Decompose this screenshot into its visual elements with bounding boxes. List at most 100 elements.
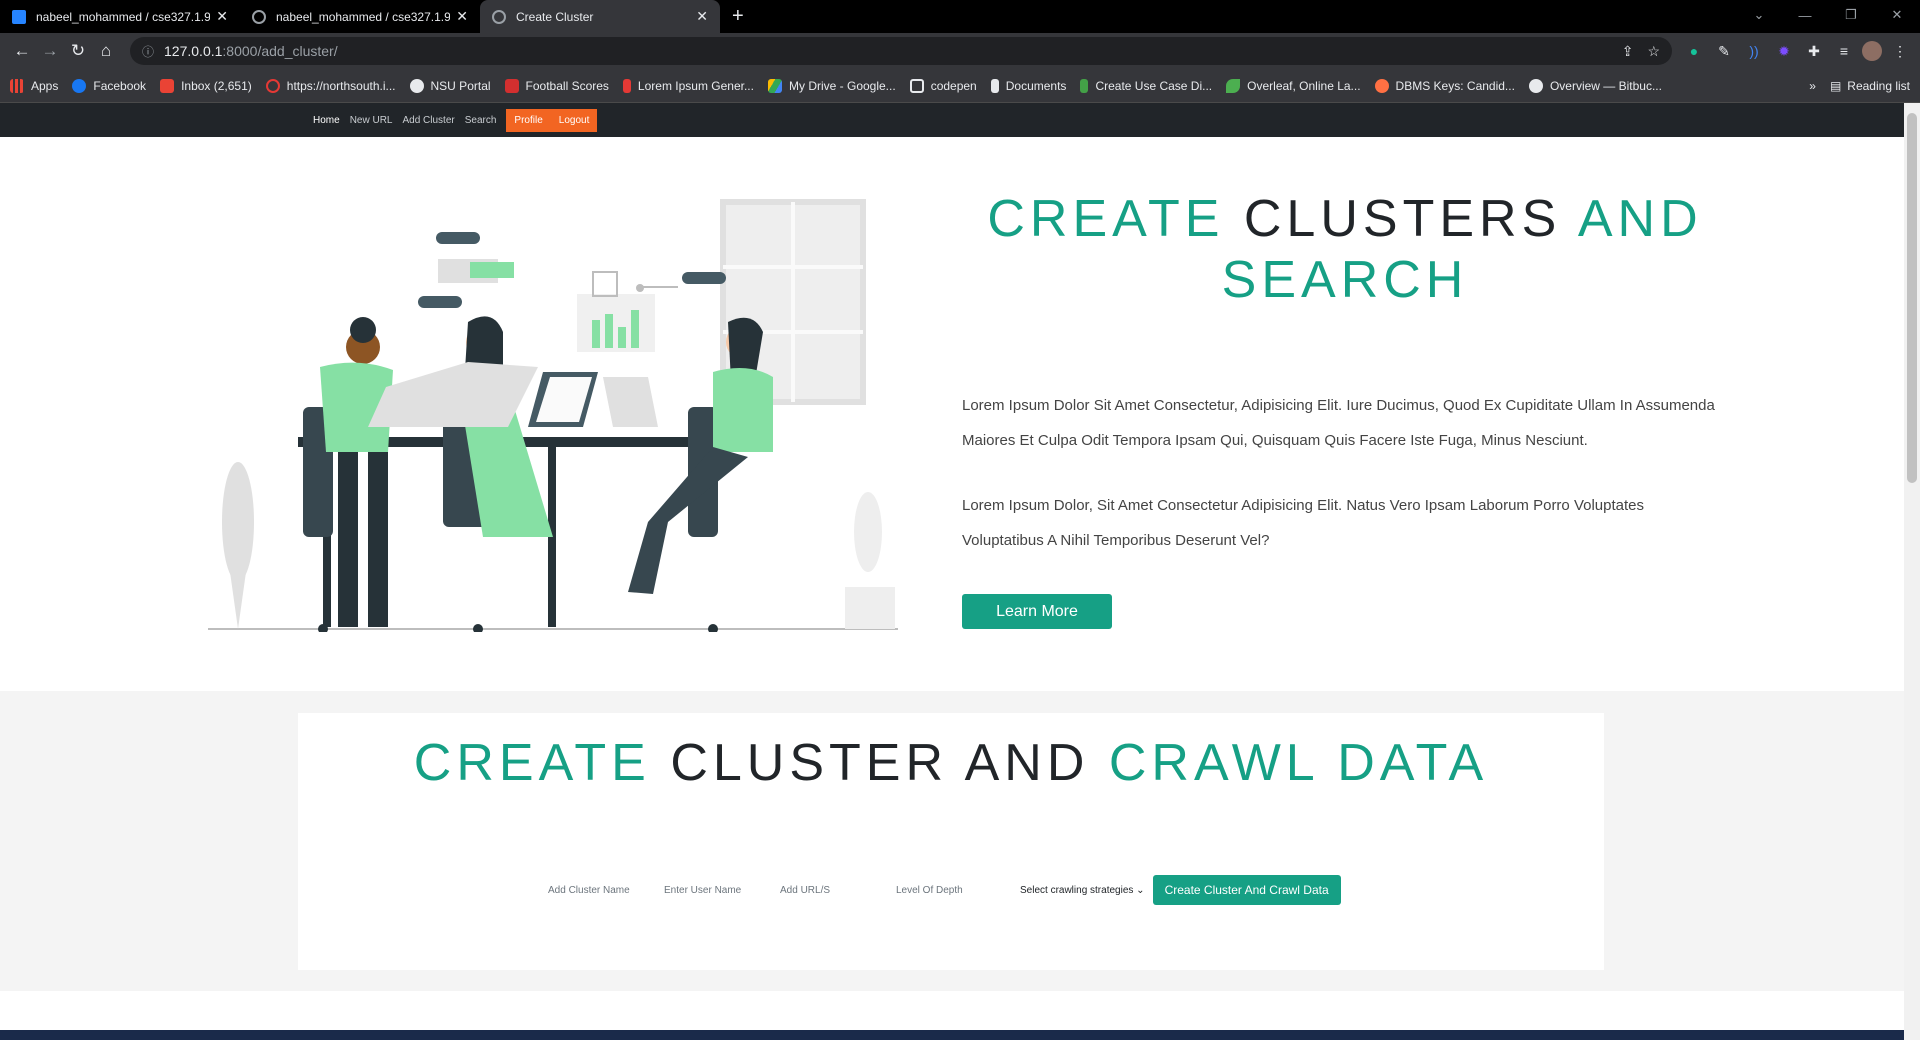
learn-more-button[interactable]: Learn More — [962, 594, 1112, 629]
reload-icon[interactable]: ↻ — [64, 37, 92, 65]
tab-2[interactable]: nabeel_mohammed / cse327.1.9 ✕ — [240, 0, 480, 33]
bookmark-lorem[interactable]: Lorem Ipsum Gener... — [622, 78, 754, 93]
browser-toolbar: ← → ↻ ⌂ ⓘ 127.0.0.1:8000/add_cluster/ ⇪ … — [0, 33, 1920, 69]
new-tab-button[interactable]: + — [720, 0, 756, 33]
bookmark-label: Documents — [1005, 78, 1067, 93]
crawl-title-create: CREATE — [413, 734, 651, 792]
more-bookmarks-icon[interactable]: » — [1809, 79, 1816, 93]
tab-strip: nabeel_mohammed / cse327.1.9 ✕ nabeel_mo… — [0, 0, 1920, 33]
puzzle-icon[interactable]: ✚ — [1802, 39, 1826, 63]
scrollbar[interactable] — [1904, 103, 1920, 1040]
nav-home[interactable]: Home — [313, 115, 340, 126]
hero-title-create: CREATE — [987, 190, 1225, 248]
ring-icon — [265, 78, 280, 93]
bookmark-label: Overleaf, Online La... — [1247, 78, 1361, 93]
hero-title-and: AND — [1577, 190, 1703, 248]
scrollbar-thumb[interactable] — [1907, 113, 1917, 483]
crawl-form: Add Cluster Name Enter User Name Add URL… — [548, 875, 1341, 905]
bookmark-label: Lorem Ipsum Gener... — [637, 78, 754, 93]
minimize-icon[interactable]: — — [1782, 0, 1828, 30]
nav-search[interactable]: Search — [465, 115, 497, 126]
create-cluster-button[interactable]: Create Cluster And Crawl Data — [1152, 875, 1341, 905]
close-window-icon[interactable]: ✕ — [1874, 0, 1920, 30]
tab-search-icon[interactable]: ⌄ — [1736, 0, 1782, 30]
audio-icon[interactable]: )) — [1742, 39, 1766, 63]
page-viewport: Home New URL Add Cluster Search Profile … — [0, 103, 1920, 1040]
bookmark-bitbucket[interactable]: Overview — Bitbuc... — [1528, 78, 1662, 93]
home-icon[interactable]: ⌂ — [92, 37, 120, 65]
apps-grid-icon — [10, 78, 24, 93]
close-icon[interactable]: ✕ — [456, 8, 468, 25]
bookmark-label: Overview — Bitbuc... — [1549, 78, 1662, 93]
strategy-select-value: Select crawling strategies — [1020, 884, 1134, 896]
hero-paragraph-2: Lorem Ipsum Dolor, Sit Amet Consectetur … — [962, 488, 1722, 558]
tab-title: Create Cluster — [516, 9, 594, 24]
share-icon[interactable]: ⇪ — [1622, 43, 1634, 60]
drive-icon — [767, 78, 782, 93]
menu-icon[interactable]: ⋮ — [1888, 39, 1912, 63]
dbms-icon — [1374, 78, 1389, 93]
address-bar[interactable]: ⓘ 127.0.0.1:8000/add_cluster/ ⇪ ☆ — [130, 37, 1672, 65]
grammarly-icon[interactable]: ● — [1682, 39, 1706, 63]
extensions: ● ✎ )) ✹ ✚ ≡ ⋮ — [1682, 39, 1912, 63]
document-icon — [990, 78, 999, 93]
crawl-title-crawl-data: CRAWL DATA — [1108, 734, 1489, 792]
gear-icon[interactable]: ✹ — [1772, 39, 1796, 63]
bookmark-label: My Drive - Google... — [788, 78, 896, 93]
crawl-title-cluster-and: CLUSTER AND — [670, 734, 1090, 792]
close-icon[interactable]: ✕ — [216, 8, 228, 25]
bookmark-nsu-portal[interactable]: NSU Portal — [409, 78, 491, 93]
star-icon[interactable]: ☆ — [1647, 43, 1660, 60]
hero-title-search: SEARCH — [1221, 251, 1469, 309]
reading-list[interactable]: Reading list — [1847, 79, 1910, 93]
bookmark-drive[interactable]: My Drive - Google... — [767, 78, 896, 93]
diagram-icon — [1080, 78, 1089, 93]
bookmark-apps[interactable]: Apps — [10, 78, 59, 93]
hero-section: CREATE CLUSTERS AND SEARCH Lorem Ipsum D… — [0, 137, 1920, 691]
media-icon[interactable]: ≡ — [1832, 39, 1856, 63]
info-icon[interactable]: ⓘ — [142, 43, 154, 60]
pen-icon[interactable]: ✎ — [1712, 39, 1736, 63]
hero-paragraph-2-line-1: Lorem Ipsum Dolor, Sit Amet Consectetur … — [962, 497, 1644, 514]
bookmark-facebook[interactable]: Facebook — [72, 78, 147, 93]
depth-field[interactable]: Level Of Depth — [896, 885, 1012, 896]
bookmark-codepen[interactable]: codepen — [909, 78, 977, 93]
bookmark-label: Facebook — [93, 78, 147, 93]
bookmark-overleaf[interactable]: Overleaf, Online La... — [1226, 78, 1361, 93]
bookmark-inbox[interactable]: Inbox (2,651) — [160, 78, 252, 93]
bookmarks-bar: Apps Facebook Inbox (2,651) https://nort… — [0, 69, 1920, 103]
close-icon[interactable]: ✕ — [696, 8, 708, 25]
logout-button[interactable]: Logout — [550, 108, 598, 132]
avatar[interactable] — [1862, 41, 1882, 61]
lorem-icon — [622, 78, 631, 93]
restore-icon[interactable]: ❐ — [1828, 0, 1874, 30]
hero-paragraph-2-line-2: Voluptatibus A Nihil Temporibus Deserunt… — [962, 532, 1270, 549]
reading-list-icon: ▤ — [1829, 78, 1842, 93]
nav-new-url[interactable]: New URL — [350, 115, 393, 126]
bookmark-documents[interactable]: Documents — [990, 78, 1067, 93]
tab-3-active[interactable]: Create Cluster ✕ — [480, 0, 720, 33]
bookmark-usecase[interactable]: Create Use Case Di... — [1080, 78, 1212, 93]
nav-add-cluster[interactable]: Add Cluster — [402, 115, 454, 126]
forward-icon[interactable]: → — [36, 37, 64, 65]
team-illustration — [208, 199, 898, 632]
bookmark-football[interactable]: Football Scores — [504, 78, 609, 93]
user-name-field[interactable]: Enter User Name — [664, 885, 780, 896]
profile-button[interactable]: Profile — [506, 108, 551, 132]
tab-1[interactable]: nabeel_mohammed / cse327.1.9 ✕ — [0, 0, 240, 33]
bookmark-label: codepen — [930, 78, 977, 93]
bookmark-label: Football Scores — [525, 78, 609, 93]
cluster-name-field[interactable]: Add Cluster Name — [548, 885, 664, 896]
back-icon[interactable]: ← — [8, 37, 36, 65]
bookmark-label: Inbox (2,651) — [181, 78, 252, 93]
bookmark-label: DBMS Keys: Candid... — [1395, 78, 1515, 93]
hero-title-clusters: CLUSTERS — [1243, 190, 1562, 248]
bookmark-label: Apps — [31, 78, 59, 93]
hero-paragraph-1: Lorem Ipsum Dolor Sit Amet Consectetur, … — [962, 388, 1722, 458]
globe-icon — [1528, 78, 1543, 93]
facebook-icon — [72, 78, 87, 93]
bookmark-northsouth[interactable]: https://northsouth.i... — [265, 78, 396, 93]
url-field[interactable]: Add URL/S — [780, 885, 896, 896]
strategy-select[interactable]: Select crawling strategies ⌄ — [1020, 885, 1145, 896]
bookmark-dbms[interactable]: DBMS Keys: Candid... — [1374, 78, 1515, 93]
